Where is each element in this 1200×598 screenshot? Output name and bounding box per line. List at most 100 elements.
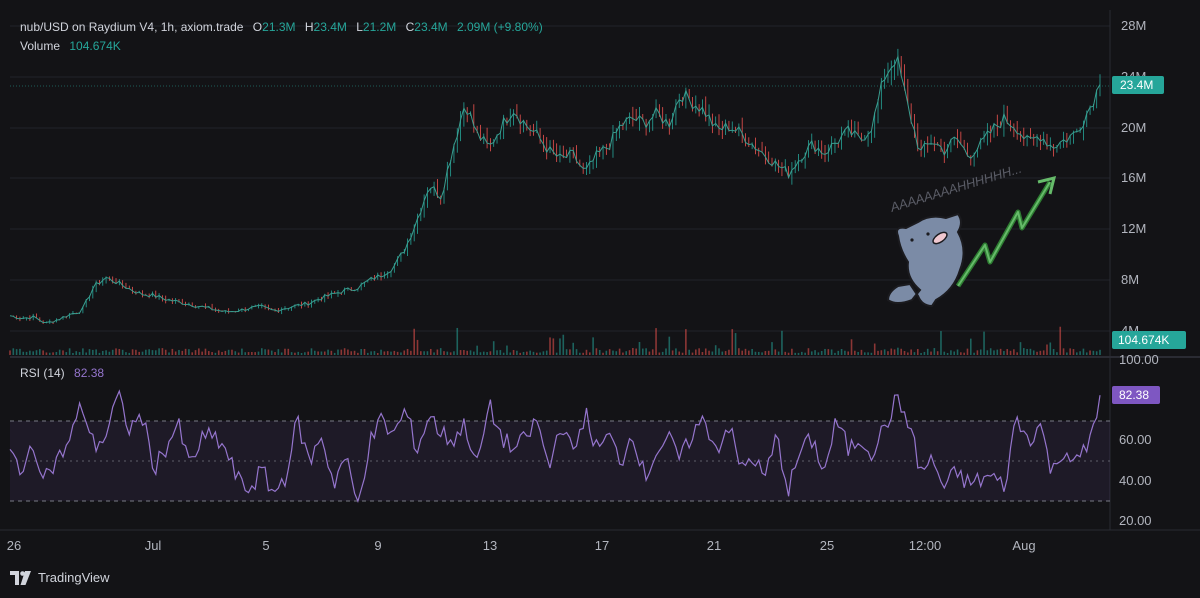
volume-bar [767,350,770,355]
time-tick: 25 [820,538,834,553]
volume-bar [953,351,956,355]
volume-bar [406,348,409,355]
volume-bar [367,352,369,355]
time-tick: 12:00 [909,538,942,553]
volume-bar [704,348,707,355]
volume-bar [72,352,74,355]
rsi-label[interactable]: RSI (14) [20,366,65,380]
volume-bar [280,352,283,355]
volume-bar [963,352,965,355]
volume-bar [496,350,498,355]
high-label: H [304,20,314,34]
volume-bar [1089,350,1091,355]
volume-bar [436,349,439,355]
volume-bar [1029,348,1032,355]
volume-bar [979,349,982,355]
volume-bar [95,349,97,355]
volume-bar [781,330,783,355]
volume-bar [950,350,952,355]
high-value: 23.4M [313,20,347,34]
volume-bar [257,351,260,355]
price-badge: 23.4M [1112,76,1164,94]
volume-bar [622,352,624,355]
volume-bar [459,350,462,355]
volume-bar [1022,348,1025,355]
volume-bar [343,348,346,355]
volume-bar [1059,326,1062,355]
volume-bar [35,350,38,355]
volume-bar [314,350,316,355]
volume-bar [82,348,84,355]
volume-bar [1099,349,1101,355]
time-tick: Aug [1012,538,1035,553]
volume-bar [827,349,830,355]
volume-bar [724,351,727,355]
volume-bar [400,352,402,355]
volume-bar [565,349,568,355]
volume-bar [691,352,694,355]
svg-text:82.38: 82.38 [1119,388,1149,402]
volume-bar [615,351,618,355]
volume-bar [1016,352,1018,355]
volume-bar [48,352,51,355]
volume-bar [830,349,833,355]
chart-frame[interactable]: 28M 24M 20M 16M 12M 8M 4M 100.00 60.00 4… [0,0,1200,598]
volume-bar [161,348,164,355]
volume-bar [791,348,793,355]
volume-bar [25,351,28,355]
volume-bar [323,351,326,355]
volume-bar [492,341,495,355]
volume-bar [78,352,81,355]
volume-bar [58,349,61,355]
volume-bar [956,349,959,355]
volume-bar [65,352,68,355]
tradingview-attribution[interactable]: TradingView [10,570,110,585]
volume-bar [890,348,893,355]
sticker-text: AAAAAAAAHHHHHH... [888,161,1024,216]
volume-bar [857,351,859,355]
time-tick: 26 [7,538,21,553]
volume-bar [118,348,121,355]
volume-bar [665,348,667,355]
volume-bar [254,352,256,355]
volume-bar [327,349,329,355]
volume-bar [1085,352,1088,355]
volume-bar [1036,351,1038,355]
volume-bar [357,352,359,355]
volume-bar [39,349,41,355]
volume-bar [390,351,392,355]
volume-bar [376,352,379,355]
volume-bar [734,333,737,355]
volume-bar [900,348,903,355]
volume-bar [903,350,906,355]
volume-bar [854,350,856,355]
volume-bar [12,348,15,355]
volume-bar [138,351,141,355]
volume-bar [227,349,230,355]
volume-bar [486,352,488,355]
volume-bar [237,352,240,355]
volume-bar [320,351,323,355]
svg-text:23.4M: 23.4M [1120,78,1153,92]
volume-bar [897,347,899,355]
volume-bar [926,348,929,355]
volume-bar [512,350,515,355]
volume-bar [191,352,194,355]
volume-bar [685,329,687,355]
volume-bar [247,352,250,355]
volume-bar [628,350,631,355]
volume-bar [575,349,578,355]
volume-bar [582,352,584,355]
volume-bar [151,350,154,355]
volume-bar [164,349,167,355]
volume-label[interactable]: Volume [20,39,60,53]
volume-bar [32,351,34,355]
volume-bar [482,351,485,355]
volume-bar [605,350,608,355]
volume-bar [171,348,174,355]
volume-bar [479,352,482,355]
symbol-title[interactable]: nub/USD on Raydium V4, 1h, axiom.trade [20,20,243,34]
volume-bar [373,351,376,355]
volume-bar [506,345,508,355]
volume-bar [386,351,389,355]
